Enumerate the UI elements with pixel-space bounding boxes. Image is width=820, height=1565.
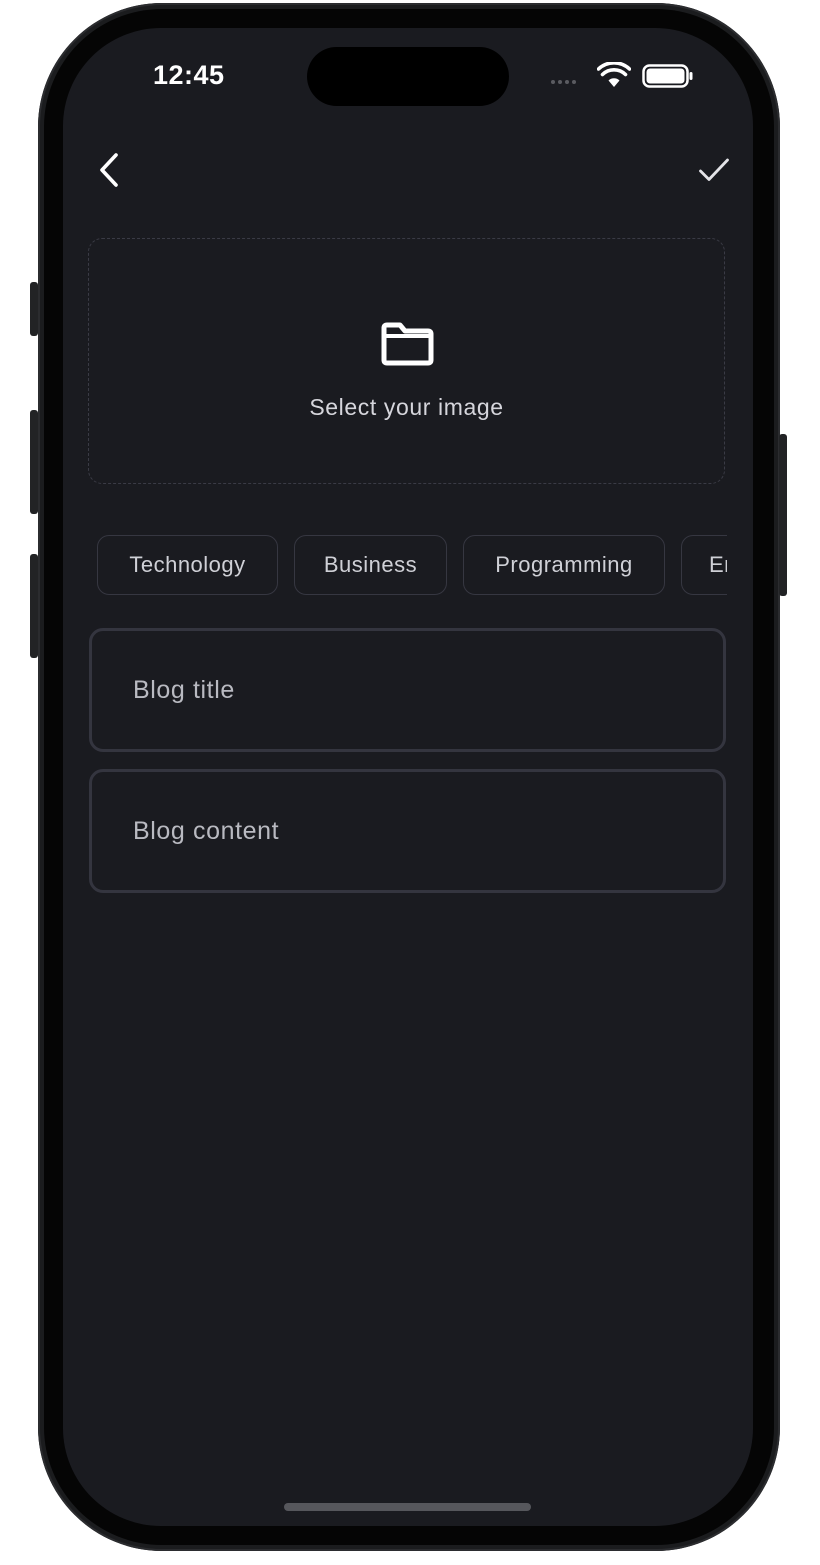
blog-content-input[interactable]: Blog content bbox=[89, 769, 726, 893]
back-button[interactable] bbox=[89, 146, 129, 194]
category-chip-business[interactable]: Business bbox=[294, 535, 447, 595]
power-button bbox=[779, 434, 787, 596]
status-time: 12:45 bbox=[153, 60, 225, 90]
chevron-left-icon bbox=[100, 153, 118, 187]
image-picker-label: Select your image bbox=[309, 394, 504, 420]
category-chip-technology[interactable]: Technology bbox=[97, 535, 278, 595]
blog-content-placeholder: Blog content bbox=[133, 816, 280, 845]
battery-icon bbox=[642, 64, 693, 88]
blog-title-placeholder: Blog title bbox=[133, 675, 235, 704]
wifi-icon bbox=[597, 62, 631, 87]
category-chip-entertainment[interactable]: En bbox=[681, 535, 727, 595]
action-button bbox=[30, 282, 38, 336]
category-chip-label: En bbox=[709, 552, 727, 577]
home-indicator[interactable] bbox=[284, 1503, 531, 1511]
cellular-signal-icon bbox=[551, 80, 576, 84]
category-chip-programming[interactable]: Programming bbox=[463, 535, 665, 595]
volume-down-button bbox=[30, 554, 38, 658]
image-picker[interactable]: Select your image bbox=[88, 238, 725, 484]
dynamic-island bbox=[307, 47, 509, 106]
folder-icon bbox=[381, 322, 434, 366]
confirm-button[interactable] bbox=[691, 150, 737, 190]
checkmark-icon bbox=[699, 158, 729, 181]
app-screen: 12:45 Select your image Technology Busin… bbox=[63, 28, 753, 1526]
category-chips: Technology Business Programming En bbox=[97, 535, 727, 597]
blog-title-input[interactable]: Blog title bbox=[89, 628, 726, 752]
volume-up-button bbox=[30, 410, 38, 514]
